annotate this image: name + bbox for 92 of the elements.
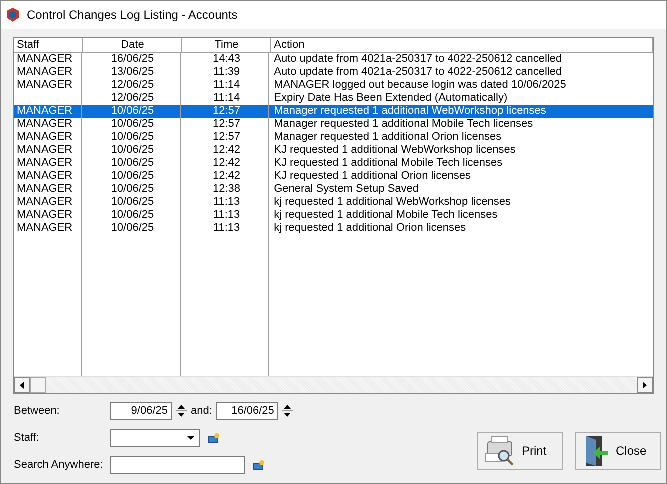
table-row[interactable]: MANAGER 10/06/25 11:13 kj requested 1 additional Mobile Tech licenses — [14, 209, 653, 222]
table-row[interactable]: 12/06/25 11:14 Expiry Date Has Been Extended (Automatically) — [14, 92, 653, 105]
table-cell: MANAGER — [17, 118, 73, 130]
scroll-left-icon[interactable] — [20, 382, 24, 388]
table-cell: MANAGER — [17, 170, 73, 182]
table-row[interactable]: MANAGER 10/06/25 12:57 Manager requested 1 additional WebWorkshop licenses — [14, 105, 653, 118]
search-field[interactable] — [110, 456, 245, 474]
horizontal-scrollbar[interactable] — [14, 376, 653, 393]
table-cell: MANAGER — [17, 183, 73, 195]
table-cell: MANAGER logged out because login was dated 10/06/2025 — [274, 79, 566, 91]
table-cell: 12/06/25 — [111, 79, 154, 91]
table-cell: 10/06/25 — [111, 170, 154, 182]
table-cell: 11:14 — [213, 92, 240, 104]
table-cell: 12:42 — [213, 157, 241, 169]
table-cell: Auto update from 4021a-250317 to 4022-250612 cancelled — [274, 53, 562, 65]
table-cell: MANAGER — [17, 105, 73, 117]
table-cell: KJ requested 1 additional WebWorkshop licenses — [274, 144, 516, 156]
table-cell: MANAGER — [17, 144, 73, 156]
table-cell: Expiry Date Has Been Extended (Automatically) — [274, 92, 508, 104]
table-cell: 14:43 — [213, 53, 241, 65]
staff-dropdown[interactable] — [110, 429, 200, 447]
field-label: Staff: — [14, 432, 40, 444]
print-button[interactable]: Print — [477, 432, 563, 470]
table-cell: MANAGER — [17, 157, 73, 169]
app-logo-icon — [7, 8, 19, 22]
table-cell: 11:13 — [213, 196, 240, 208]
table-cell: kj requested 1 additional Orion licenses — [274, 222, 466, 234]
column-header[interactable]: Action — [271, 38, 653, 52]
table-cell: KJ requested 1 additional Mobile Tech licenses — [274, 157, 503, 169]
table-row[interactable]: MANAGER 10/06/25 11:13 kj requested 1 additional WebWorkshop licenses — [14, 196, 653, 209]
table-cell: MANAGER — [17, 53, 73, 65]
table-cell: 10/06/25 — [111, 118, 154, 130]
table-cell: 12:57 — [213, 118, 241, 130]
table-cell: Auto update from 4021a-250317 to 4022-250612 cancelled — [274, 66, 562, 78]
table-cell: 16/06/25 — [111, 53, 154, 65]
window-title: Control Changes Log Listing - Accounts — [27, 8, 238, 22]
scroll-right-icon[interactable] — [643, 382, 647, 388]
table-cell: 10/06/25 — [111, 183, 154, 195]
table-cell: 10/06/25 — [111, 196, 154, 208]
table-cell: 11:14 — [213, 79, 240, 91]
table-cell: MANAGER — [17, 66, 73, 78]
table-cell: MANAGER — [17, 131, 73, 143]
dropdown-arrow-icon — [187, 436, 195, 440]
table-cell: 12:42 — [213, 170, 241, 182]
date-field[interactable]: 9/06/25 — [110, 402, 172, 420]
table-row[interactable]: MANAGER 10/06/25 12:38 General System Setup Saved — [14, 183, 653, 196]
table-cell: MANAGER — [17, 79, 73, 91]
date-field[interactable]: 16/06/25 — [216, 402, 278, 420]
table-cell: Manager requested 1 additional Mobile Tech licenses — [274, 118, 534, 130]
printer-icon — [484, 436, 516, 466]
table-row[interactable]: MANAGER 13/06/25 11:39 Auto update from 4021a-250317 to 4022-250612 cancelled — [14, 66, 653, 79]
table-cell: 12:42 — [213, 144, 241, 156]
table-cell: 10/06/25 — [111, 105, 154, 117]
table-cell: MANAGER — [17, 222, 73, 234]
table-row[interactable]: MANAGER 10/06/25 12:42 KJ requested 1 additional WebWorkshop licenses — [14, 144, 653, 157]
table-cell: 10/06/25 — [111, 131, 154, 143]
field-label: Search Anywhere: — [14, 459, 104, 471]
table-cell: Manager requested 1 additional WebWorkshop licenses — [274, 105, 546, 117]
new-icon[interactable] — [253, 460, 265, 470]
table-cell: MANAGER — [17, 196, 73, 208]
table-row[interactable]: MANAGER 16/06/25 14:43 Auto update from 4021a-250317 to 4022-250612 cancelled — [14, 53, 653, 66]
table-row[interactable]: MANAGER 10/06/25 12:42 KJ requested 1 additional Mobile Tech licenses — [14, 157, 653, 170]
table-row[interactable]: MANAGER 10/06/25 12:57 Manager requested 1 additional Mobile Tech licenses — [14, 118, 653, 131]
table-cell: 12:38 — [213, 183, 241, 195]
table-cell: 12/06/25 — [111, 92, 154, 104]
table-cell: 11:13 — [213, 209, 240, 221]
table-cell: 10/06/25 — [111, 144, 154, 156]
table-cell: 10/06/25 — [111, 209, 154, 221]
table-cell: kj requested 1 additional Mobile Tech licenses — [274, 209, 498, 221]
table-row[interactable]: MANAGER 12/06/25 11:14 MANAGER logged out because login was dated 10/06/2025 — [14, 79, 653, 92]
table-cell: KJ requested 1 additional Orion licenses — [274, 170, 472, 182]
table-cell: General System Setup Saved — [274, 183, 420, 195]
table-cell: 11:13 — [213, 222, 240, 234]
table-cell: 10/06/25 — [111, 222, 154, 234]
table-row[interactable]: MANAGER 10/06/25 12:57 Manager requested 1 additional Orion licenses — [14, 131, 653, 144]
new-icon[interactable] — [208, 432, 220, 444]
table-cell: 12:57 — [213, 131, 241, 143]
table-cell: MANAGER — [17, 209, 73, 221]
close-button[interactable]: Close — [575, 432, 661, 470]
field-label: Between: — [14, 405, 61, 417]
table-cell: kj requested 1 additional WebWorkshop licenses — [274, 196, 511, 208]
table-row[interactable]: MANAGER 10/06/25 12:42 KJ requested 1 additional Orion licenses — [14, 170, 653, 183]
scroll-thumb[interactable] — [30, 377, 46, 393]
table-row[interactable]: MANAGER 10/06/25 11:13 kj requested 1 additional Orion licenses — [14, 222, 653, 235]
table-cell: Manager requested 1 additional Orion licenses — [274, 131, 502, 143]
table-cell: 13/06/25 — [111, 66, 154, 78]
table-cell: 10/06/25 — [111, 157, 154, 169]
field-label: and: — [191, 405, 212, 417]
spinner-icon[interactable] — [282, 403, 294, 419]
table-cell: 11:39 — [213, 66, 240, 78]
table-cell: 12:57 — [213, 105, 241, 117]
spinner-icon[interactable] — [176, 403, 187, 419]
